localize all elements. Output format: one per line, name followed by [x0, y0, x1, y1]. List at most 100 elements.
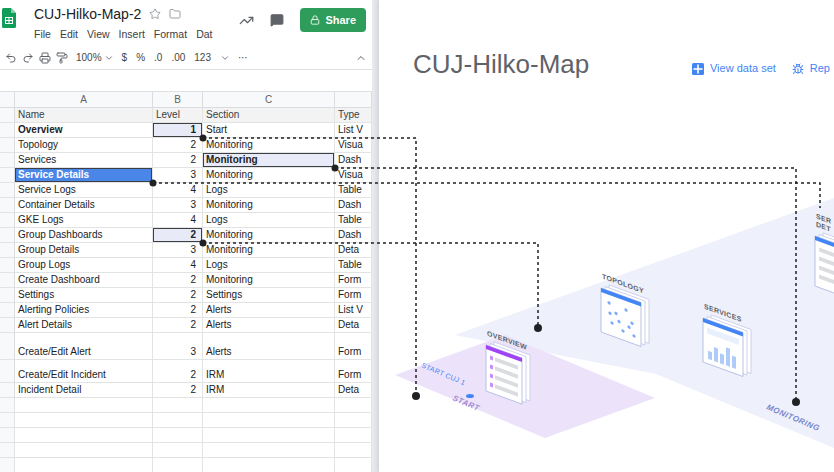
- section-cell[interactable]: Monitoring: [203, 153, 335, 168]
- header-cell[interactable]: Level: [153, 108, 203, 123]
- column-header[interactable]: A: [15, 92, 153, 108]
- type-cell[interactable]: Deta: [335, 318, 372, 333]
- row-header[interactable]: [0, 288, 15, 303]
- corner-cell[interactable]: [0, 92, 15, 108]
- name-cell[interactable]: Group Dashboards: [15, 228, 153, 243]
- row-header[interactable]: [0, 303, 15, 318]
- collapse-icon[interactable]: [355, 52, 367, 64]
- row-header[interactable]: [0, 153, 15, 168]
- name-cell[interactable]: Settings: [15, 288, 153, 303]
- level-cell[interactable]: 2: [153, 153, 203, 168]
- name-cell[interactable]: Topology: [15, 138, 153, 153]
- section-cell[interactable]: Alerts: [203, 318, 335, 333]
- type-cell[interactable]: Form: [335, 333, 372, 360]
- name-cell[interactable]: Create Dashboard: [15, 273, 153, 288]
- section-cell[interactable]: Logs: [203, 258, 335, 273]
- map-node[interactable]: SERVICES: [703, 301, 751, 379]
- name-cell[interactable]: Alert Details: [15, 318, 153, 333]
- type-cell[interactable]: Dash: [335, 228, 372, 243]
- row-header[interactable]: [0, 183, 15, 198]
- folder-icon[interactable]: [169, 8, 181, 20]
- view-data-link[interactable]: View data set: [692, 62, 776, 75]
- header-cell[interactable]: Name: [15, 108, 153, 123]
- section-cell[interactable]: Monitoring: [203, 228, 335, 243]
- level-cell[interactable]: 2: [153, 383, 203, 398]
- section-cell[interactable]: Settings: [203, 288, 335, 303]
- row-header[interactable]: [0, 333, 15, 360]
- row-header[interactable]: [0, 273, 15, 288]
- zoom-select[interactable]: 100%: [76, 52, 114, 64]
- section-cell[interactable]: Monitoring: [203, 138, 335, 153]
- print-icon[interactable]: [39, 52, 51, 64]
- type-cell[interactable]: Deta: [335, 383, 372, 398]
- format-button[interactable]: %: [136, 52, 145, 64]
- row-header[interactable]: [0, 258, 15, 273]
- column-header[interactable]: [335, 92, 372, 108]
- paint-format-icon[interactable]: [56, 52, 68, 64]
- type-cell[interactable]: Visua: [335, 138, 372, 153]
- comment-icon[interactable]: [270, 13, 284, 27]
- name-cell[interactable]: GKE Logs: [15, 213, 153, 228]
- format-button[interactable]: .0: [154, 52, 162, 64]
- name-cell[interactable]: Group Details: [15, 243, 153, 258]
- type-cell[interactable]: Form: [335, 273, 372, 288]
- row-header[interactable]: [0, 108, 15, 123]
- level-cell[interactable]: 3: [153, 198, 203, 213]
- more-button[interactable]: ⋯: [238, 52, 248, 64]
- section-cell[interactable]: Alerts: [203, 333, 335, 360]
- name-cell[interactable]: Create/Edit Alert: [15, 333, 153, 360]
- row-header[interactable]: [0, 318, 15, 333]
- undo-icon[interactable]: [5, 52, 17, 64]
- menu-item[interactable]: Dat: [196, 28, 212, 41]
- level-cell[interactable]: 2: [153, 138, 203, 153]
- level-cell[interactable]: 2: [153, 360, 203, 383]
- name-cell[interactable]: Create/Edit Incident: [15, 360, 153, 383]
- map-node[interactable]: SERDET: [815, 211, 834, 298]
- level-cell[interactable]: 4: [153, 183, 203, 198]
- row-header[interactable]: [0, 168, 15, 183]
- section-cell[interactable]: Alerts: [203, 303, 335, 318]
- redo-icon[interactable]: [22, 52, 34, 64]
- format-button[interactable]: .00: [171, 52, 185, 64]
- row-header[interactable]: [0, 360, 15, 383]
- type-cell[interactable]: Dash: [335, 198, 372, 213]
- level-cell[interactable]: 1: [153, 123, 203, 138]
- type-cell[interactable]: List V: [335, 303, 372, 318]
- row-header[interactable]: [0, 138, 15, 153]
- level-cell[interactable]: 3: [153, 243, 203, 258]
- menu-item[interactable]: View: [87, 28, 110, 41]
- type-cell[interactable]: Table: [335, 213, 372, 228]
- header-cell[interactable]: Type: [335, 108, 372, 123]
- level-cell[interactable]: 2: [153, 228, 203, 243]
- row-header[interactable]: [0, 213, 15, 228]
- row-header[interactable]: [0, 383, 15, 398]
- name-cell[interactable]: Overview: [15, 123, 153, 138]
- row-header[interactable]: [0, 123, 15, 138]
- name-cell[interactable]: Service Details: [15, 168, 153, 183]
- section-cell[interactable]: Monitoring: [203, 198, 335, 213]
- section-cell[interactable]: Monitoring: [203, 168, 335, 183]
- name-cell[interactable]: Group Logs: [15, 258, 153, 273]
- type-cell[interactable]: Form: [335, 288, 372, 303]
- section-cell[interactable]: Logs: [203, 183, 335, 198]
- star-icon[interactable]: [149, 8, 161, 20]
- level-cell[interactable]: 2: [153, 303, 203, 318]
- type-cell[interactable]: Visua: [335, 168, 372, 183]
- level-cell[interactable]: 2: [153, 288, 203, 303]
- share-button[interactable]: Share: [300, 8, 366, 32]
- format-button[interactable]: $: [122, 52, 128, 64]
- name-cell[interactable]: Container Details: [15, 198, 153, 213]
- menu-item[interactable]: Insert: [119, 28, 145, 41]
- section-cell[interactable]: Monitoring: [203, 273, 335, 288]
- formula-bar[interactable]: [0, 70, 372, 92]
- name-cell[interactable]: Incident Detail: [15, 383, 153, 398]
- section-cell[interactable]: IRM: [203, 383, 335, 398]
- section-cell[interactable]: Start: [203, 123, 335, 138]
- row-header[interactable]: [0, 243, 15, 258]
- column-header[interactable]: C: [203, 92, 335, 108]
- dropdown-icon[interactable]: [220, 53, 230, 63]
- section-cell[interactable]: Logs: [203, 213, 335, 228]
- type-cell[interactable]: Deta: [335, 243, 372, 258]
- level-cell[interactable]: 3: [153, 333, 203, 360]
- report-link[interactable]: Rep: [792, 62, 830, 75]
